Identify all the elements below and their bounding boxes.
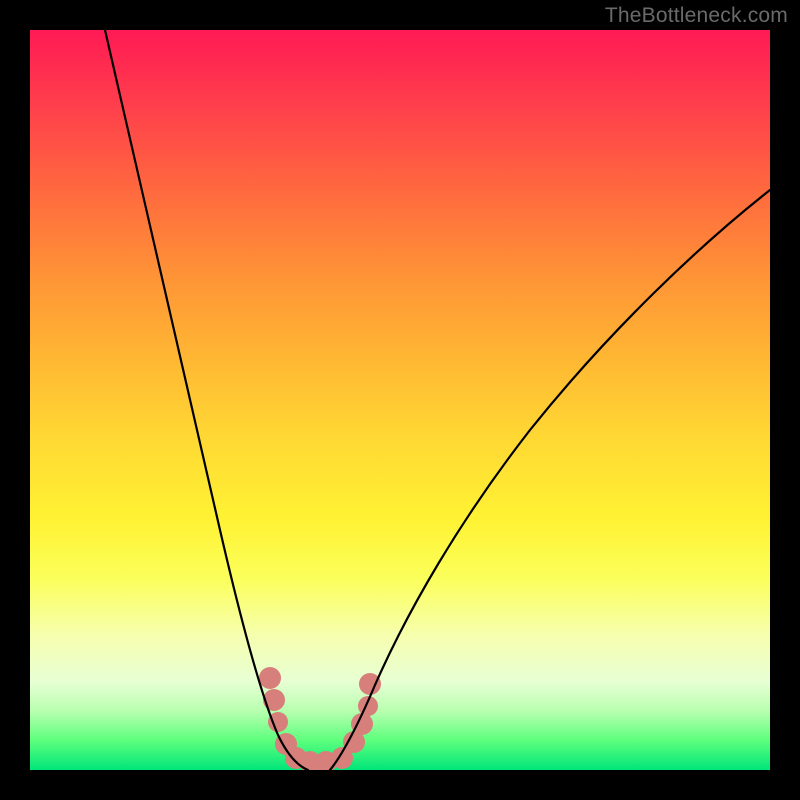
blob-dot bbox=[259, 667, 281, 689]
blob-dot bbox=[263, 689, 285, 711]
plot-area bbox=[30, 30, 770, 770]
left-curve bbox=[105, 30, 308, 770]
watermark-label: TheBottleneck.com bbox=[605, 4, 788, 28]
chart-frame: TheBottleneck.com bbox=[0, 0, 800, 800]
valley-marker-blobs bbox=[259, 667, 381, 770]
right-curve bbox=[330, 190, 770, 770]
curve-layer bbox=[30, 30, 770, 770]
